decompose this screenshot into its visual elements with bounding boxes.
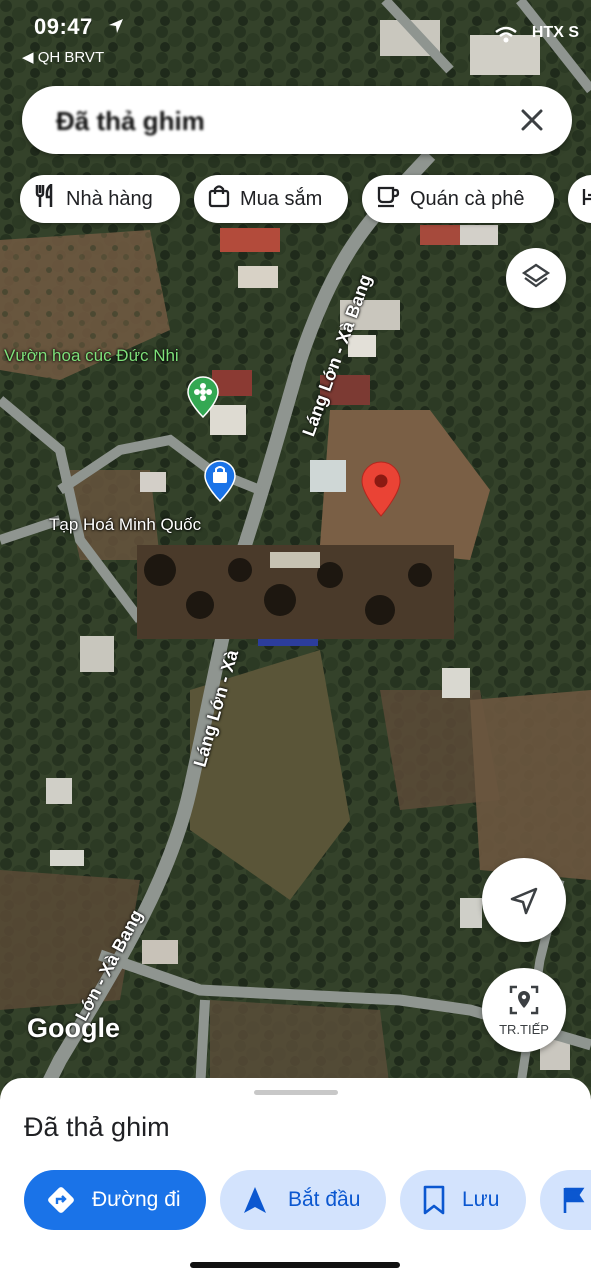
layers-button[interactable]	[506, 248, 566, 308]
status-bar: 09:47 ◀ QH BRVT HTX S	[0, 0, 591, 70]
sheet-drag-handle[interactable]	[254, 1090, 338, 1095]
search-query[interactable]: Đã thả ghim	[56, 106, 205, 137]
clock: 09:47	[34, 14, 93, 39]
map-view[interactable]: 09:47 ◀ QH BRVT HTX S Đã thả ghim Nhà hà…	[0, 0, 591, 1090]
layers-icon	[521, 261, 551, 296]
save-button[interactable]: Lưu	[400, 1170, 526, 1230]
flower-pin-icon[interactable]	[186, 376, 220, 423]
search-bar[interactable]: Đã thả ghim	[22, 86, 572, 154]
fork-knife-icon	[20, 182, 66, 214]
chip-shopping[interactable]: Mua sắm	[194, 175, 348, 223]
back-to-app-link[interactable]: ◀ QH BRVT	[22, 48, 104, 66]
shopping-bag-icon	[194, 184, 240, 214]
shopping-pin-icon[interactable]	[203, 460, 237, 507]
location-scan-icon	[508, 984, 540, 1021]
chip-restaurants[interactable]: Nhà hàng	[20, 175, 180, 223]
close-icon[interactable]	[514, 102, 550, 138]
chip-more[interactable]	[568, 175, 591, 223]
directions-label: Đường đi	[92, 1188, 181, 1211]
start-button[interactable]: Bắt đầu	[220, 1170, 386, 1230]
chip-label: Quán cà phê	[410, 187, 525, 210]
bookmark-icon	[422, 1185, 446, 1215]
directions-button[interactable]: Đường đi	[24, 1170, 206, 1230]
save-label: Lưu	[462, 1188, 500, 1211]
navigation-icon	[242, 1185, 268, 1215]
hotel-icon	[568, 185, 591, 213]
place-label-grocery[interactable]: Tạp Hoá Minh Quốc	[49, 515, 201, 535]
my-location-button[interactable]	[482, 858, 566, 942]
next-button[interactable]: TR.TIẾP	[482, 968, 566, 1052]
google-attribution: Google	[27, 1013, 120, 1043]
carrier-label: HTX S	[531, 24, 579, 41]
place-label-flower-garden[interactable]: Vườn hoa cúc Đức Nhi	[4, 346, 179, 366]
start-label: Bắt đầu	[288, 1188, 361, 1211]
navigation-arrow-icon	[508, 885, 540, 922]
category-chips: Nhà hàng Mua sắm Quán cà phê	[20, 175, 591, 225]
coffee-cup-icon	[362, 184, 410, 214]
more-actions-button[interactable]	[540, 1170, 591, 1230]
chip-label: Mua sắm	[240, 187, 323, 210]
chip-coffee[interactable]: Quán cà phê	[362, 175, 554, 223]
flag-icon	[562, 1186, 586, 1214]
sheet-title: Đã thả ghim	[24, 1112, 170, 1142]
home-indicator[interactable]	[190, 1262, 400, 1268]
next-label: TR.TIẾP	[499, 1022, 549, 1037]
chip-label: Nhà hàng	[66, 187, 153, 210]
dropped-pin-icon[interactable]	[359, 460, 403, 523]
location-arrow-icon	[108, 18, 124, 39]
directions-icon	[46, 1185, 76, 1215]
bottom-sheet[interactable]: Đã thả ghim Đường đi Bắt đầu Lưu	[0, 1078, 591, 1280]
wifi-icon	[494, 26, 518, 49]
